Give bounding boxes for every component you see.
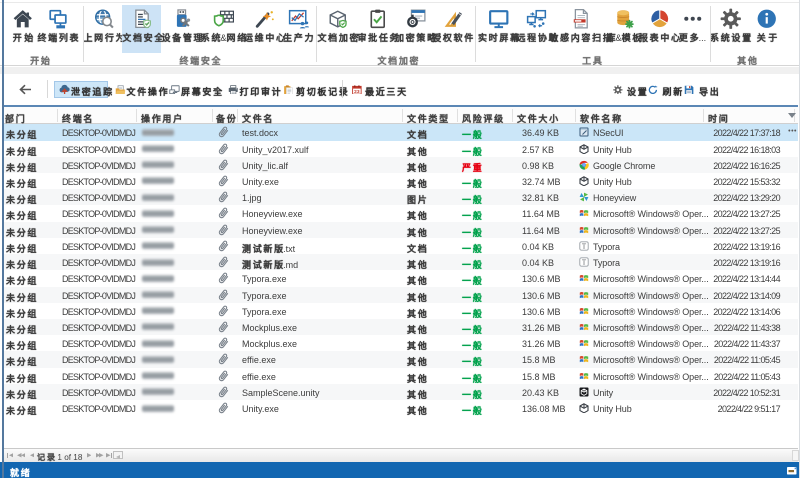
svg-text:23: 23: [354, 88, 360, 94]
svg-text:T: T: [581, 258, 586, 266]
svg-text:T: T: [581, 242, 586, 250]
